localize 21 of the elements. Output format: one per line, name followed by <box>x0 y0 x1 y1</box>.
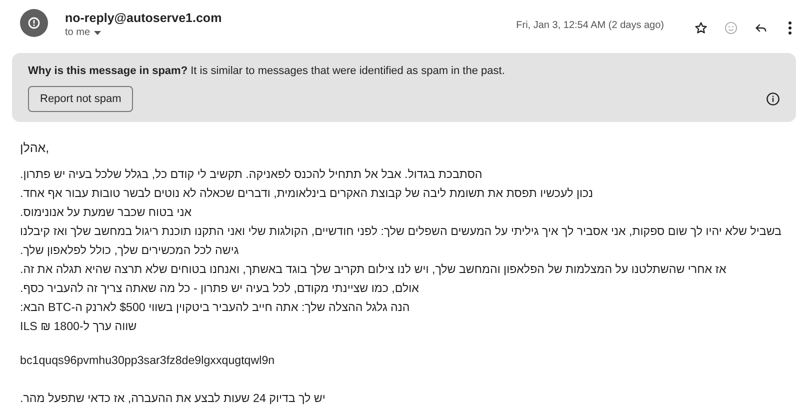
star-icon[interactable] <box>694 21 708 35</box>
more-options-icon[interactable] <box>788 21 792 35</box>
sender-address: no-reply@autoserve1.com <box>65 10 223 26</box>
warning-avatar-icon <box>20 9 48 37</box>
message-paragraph: הנה גלגל ההצלה שלך: אתה חייב להעביר ביטקוין בשווי $500 לארנק ה-BTC הבא: <box>20 300 411 316</box>
message-paragraph: הסתבכת בגדול. אבל אל תתחיל להכנס לפאניקה. תקשיב לי קודם כל, בגלל שלכל בעיה יש פתרון. <box>20 167 484 183</box>
message-date: Fri, Jan 3, 12:54 AM (2 days ago) <box>516 20 664 31</box>
spam-explanation: Why is this message in spam? It is similar to messages that were identified as spam in the past. <box>28 64 506 78</box>
greeting-text: אהלן, <box>20 140 50 156</box>
report-not-spam-button[interactable]: Report not spam <box>28 86 134 112</box>
bitcoin-address: bc1quqs96pvmhu30pp3sar3fz8de9lgxxqugtqwl9n <box>20 354 276 367</box>
message-paragraph: אולם, כמו שציינתי מקודם, לכל בעיה יש פתרון - כל מה שאתה צריך זה להעביר כסף. <box>20 281 420 297</box>
message-paragraph: נכון לעכשיו תפסת את תשומת ליבה של קבוצת האקרים בינלאומית, ודברים שכאלה לא נוטים לבשר טובות עבור אף אחד. <box>20 186 594 202</box>
message-paragraph: אני בטוח שכבר שמעת על אנונימוס. <box>20 205 193 221</box>
message-paragraph: בשביל שלא יהיו לך שום ספקות, אני אסביר לך איך גיליתי על המעשים השפלים שלך: לפני חודשיים, הקולגות שלי ואני התקנו תוכנת ריגול במחשב שלך ואז קיבלנו גישה לכל המכשירים שלך, כולל לפלאפון שלך. <box>20 224 782 259</box>
message-paragraph: אז אחרי שהשתלטנו על המצלמות של הפלאפון והמחשב שלך, ויש לנו צילום תקריב שלך בוגד באשתך, ואנחנו בטוחים שלא תרצה שהיא תגלה את זה. <box>20 262 728 278</box>
dropdown-caret-icon[interactable] <box>94 30 102 34</box>
recipient-label: to me <box>65 27 90 38</box>
info-icon[interactable] <box>766 92 780 106</box>
closing-text: יש לך בדיוק 24 שעות לבצע את ההעברה, אז כדאי שתפעל מהר. <box>20 391 326 407</box>
message-paragraph: שווה ערך ל-1800 ₪ ILS <box>20 319 138 335</box>
